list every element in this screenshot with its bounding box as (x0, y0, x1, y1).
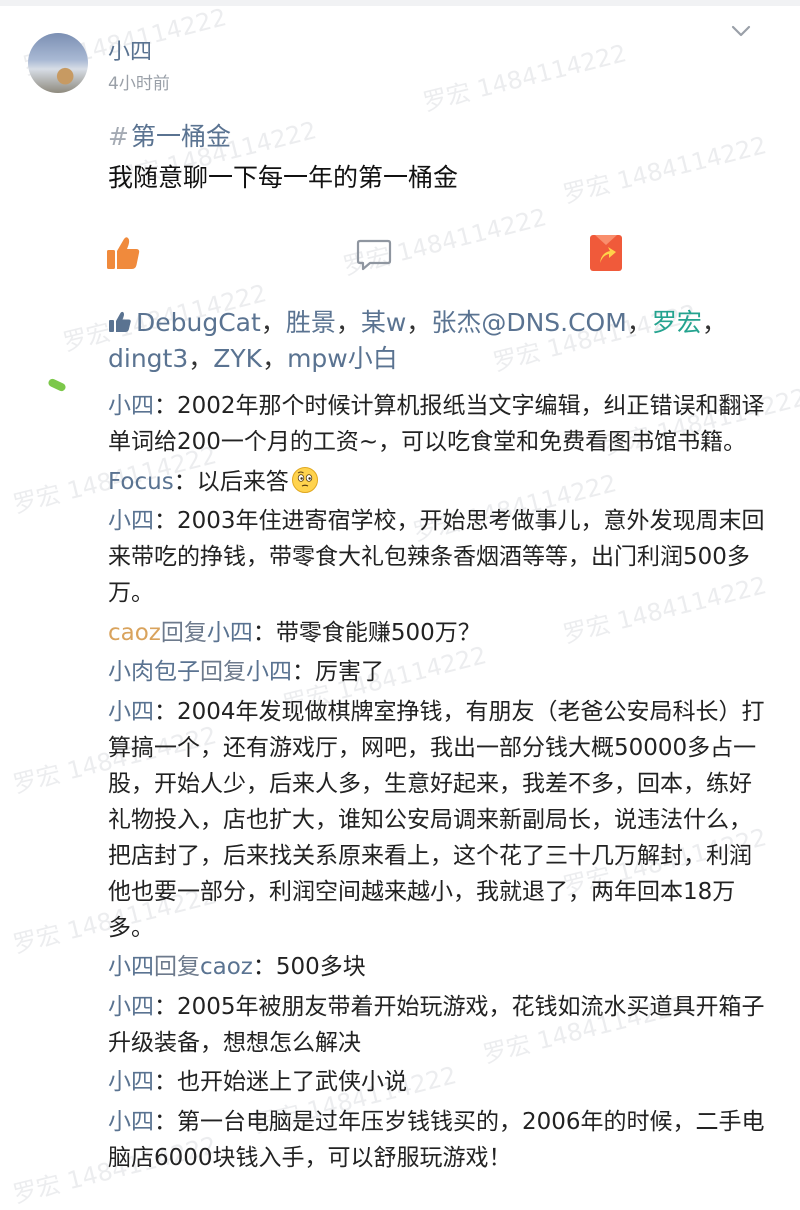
comment-author[interactable]: 小四 (108, 1069, 154, 1095)
post-author[interactable]: 小四 (108, 34, 152, 66)
comment-text: 也开始迷上了武侠小说 (177, 1069, 407, 1095)
comment-text: 第一台电脑是过年压岁钱钱买的，2006年的时候，二手电脑店6000块钱入手，可以… (108, 1108, 765, 1171)
comment-colon: ： (154, 1069, 177, 1095)
avatar[interactable] (28, 33, 88, 93)
share-icon[interactable] (588, 233, 624, 273)
comment-item[interactable]: Focus：以后来答 (108, 464, 768, 500)
hash-symbol: # (108, 122, 129, 151)
comment-colon: ： (292, 659, 315, 685)
name-separator: ， (626, 308, 652, 337)
comment-item[interactable]: 小四：第一台电脑是过年压岁钱钱买的，2006年的时候，二手电脑店6000块钱入手… (108, 1104, 768, 1176)
comment-item[interactable]: 小肉包子回复小四：厉害了 (108, 654, 768, 690)
comment-colon: ： (154, 993, 177, 1020)
comment-text: 2003年住进寄宿学校，开始思考做事儿，意外发现周末回来带吃的挣钱，带零食大礼包… (108, 508, 765, 606)
topic-tag[interactable]: #第一桶金 (108, 117, 231, 153)
name-separator: ， (260, 308, 286, 337)
liker-name[interactable]: mpw小白 (287, 344, 398, 373)
name-separator: ， (406, 308, 432, 337)
comment-author[interactable]: 小四 (108, 1109, 154, 1135)
decorative-dot (47, 377, 67, 393)
comment-author[interactable]: 小四 (108, 393, 154, 419)
liker-name[interactable]: DebugCat (136, 308, 261, 337)
comment-author[interactable]: 小四 (108, 994, 154, 1020)
comment-text: 500多块 (275, 954, 366, 980)
post-title: 我随意聊一下每一年的第一桶金 (108, 163, 459, 192)
comment-list: 小四：2002年那个时候计算机报纸当文字编辑，纠正错误和翻译单词给200一个月的… (108, 388, 768, 1179)
name-separator: ， (262, 344, 288, 373)
comment-item[interactable]: 小四：2003年住进寄宿学校，开始思考做事儿，意外发现周末回来带吃的挣钱，带零食… (108, 503, 768, 611)
comment-author[interactable]: 小四 (108, 508, 154, 534)
liker-name[interactable]: 某w (361, 308, 406, 337)
comment-colon: ： (154, 393, 177, 419)
comment-author[interactable]: 小四 (108, 699, 154, 725)
reply-target[interactable]: 小四 (246, 659, 292, 685)
comment-colon: ： (154, 1108, 177, 1135)
comment-author[interactable]: 小肉包子 (108, 659, 200, 685)
comment-icon[interactable] (356, 233, 392, 273)
comment-colon: ： (154, 508, 177, 534)
likes-list: DebugCat，胜景，某w，张杰@DNS.COM，罗宏，dingt3，ZYK，… (108, 305, 768, 377)
watermark: 罗宏 1484114222 (560, 131, 770, 209)
comment-author[interactable]: 小四 (108, 954, 154, 980)
liker-name[interactable]: 张杰@DNS.COM (431, 308, 626, 337)
reply-word: 回复 (154, 954, 200, 980)
post-time: 4小时前 (108, 74, 170, 94)
comment-item[interactable]: 小四：也开始迷上了武侠小说 (108, 1064, 768, 1100)
reply-target[interactable]: 小四 (207, 620, 253, 646)
comment-item[interactable]: 小四：2004年发现做棋牌室挣钱，有朋友（老爸公安局科长）打算搞一个，还有游戏厅… (108, 694, 768, 946)
chevron-down-icon[interactable] (730, 20, 752, 42)
comment-author[interactable]: Focus (108, 469, 174, 495)
comment-text: 2002年那个时候计算机报纸当文字编辑，纠正错误和翻译单词给200一个月的工资~… (108, 393, 765, 455)
comment-colon: ： (252, 619, 276, 646)
comment-text: 以后来答 (196, 468, 289, 495)
comment-item[interactable]: 小四：2005年被朋友带着开始玩游戏，花钱如流水买道具开箱子升级装备，想想怎么解… (108, 989, 768, 1061)
comment-text: 2005年被朋友带着开始玩游戏，花钱如流水买道具开箱子升级装备，想想怎么解决 (108, 993, 765, 1056)
name-separator: ， (188, 344, 214, 373)
comment-text: 2004年发现做棋牌室挣钱，有朋友（老爸公安局科长）打算搞一个，还有游戏厅，网吧… (108, 698, 765, 941)
reply-target[interactable]: caoz (200, 954, 253, 980)
comment-item[interactable]: caoz回复小四：带零食能赚500万？ (108, 615, 768, 651)
name-separator: ， (701, 308, 727, 337)
top-divider (0, 0, 800, 6)
comment-text: 带零食能赚500万？ (275, 619, 481, 646)
like-thumb-icon (109, 311, 131, 332)
comment-item[interactable]: 小四：2002年那个时候计算机报纸当文字编辑，纠正错误和翻译单词给200一个月的… (108, 388, 768, 460)
comment-item[interactable]: 小四回复caoz：500多块 (108, 949, 768, 985)
liker-name[interactable]: dingt3 (108, 344, 188, 373)
comment-colon: ： (173, 468, 197, 495)
liker-name[interactable]: ZYK (213, 344, 262, 373)
liker-name[interactable]: 罗宏 (652, 308, 702, 337)
thumb-up-icon[interactable] (105, 233, 141, 273)
name-separator: ， (335, 308, 361, 337)
reply-word: 回复 (200, 659, 246, 685)
watermark: 罗宏 1484114222 (420, 39, 630, 117)
comment-author[interactable]: caoz (108, 620, 161, 646)
comment-text: 厉害了 (315, 659, 384, 685)
comment-colon: ： (252, 954, 276, 980)
thinking-emoji-icon (291, 466, 318, 493)
reply-word: 回复 (160, 619, 207, 646)
liker-name[interactable]: 胜景 (286, 308, 336, 337)
topic-label: 第一桶金 (130, 122, 231, 151)
comment-colon: ： (154, 698, 177, 725)
